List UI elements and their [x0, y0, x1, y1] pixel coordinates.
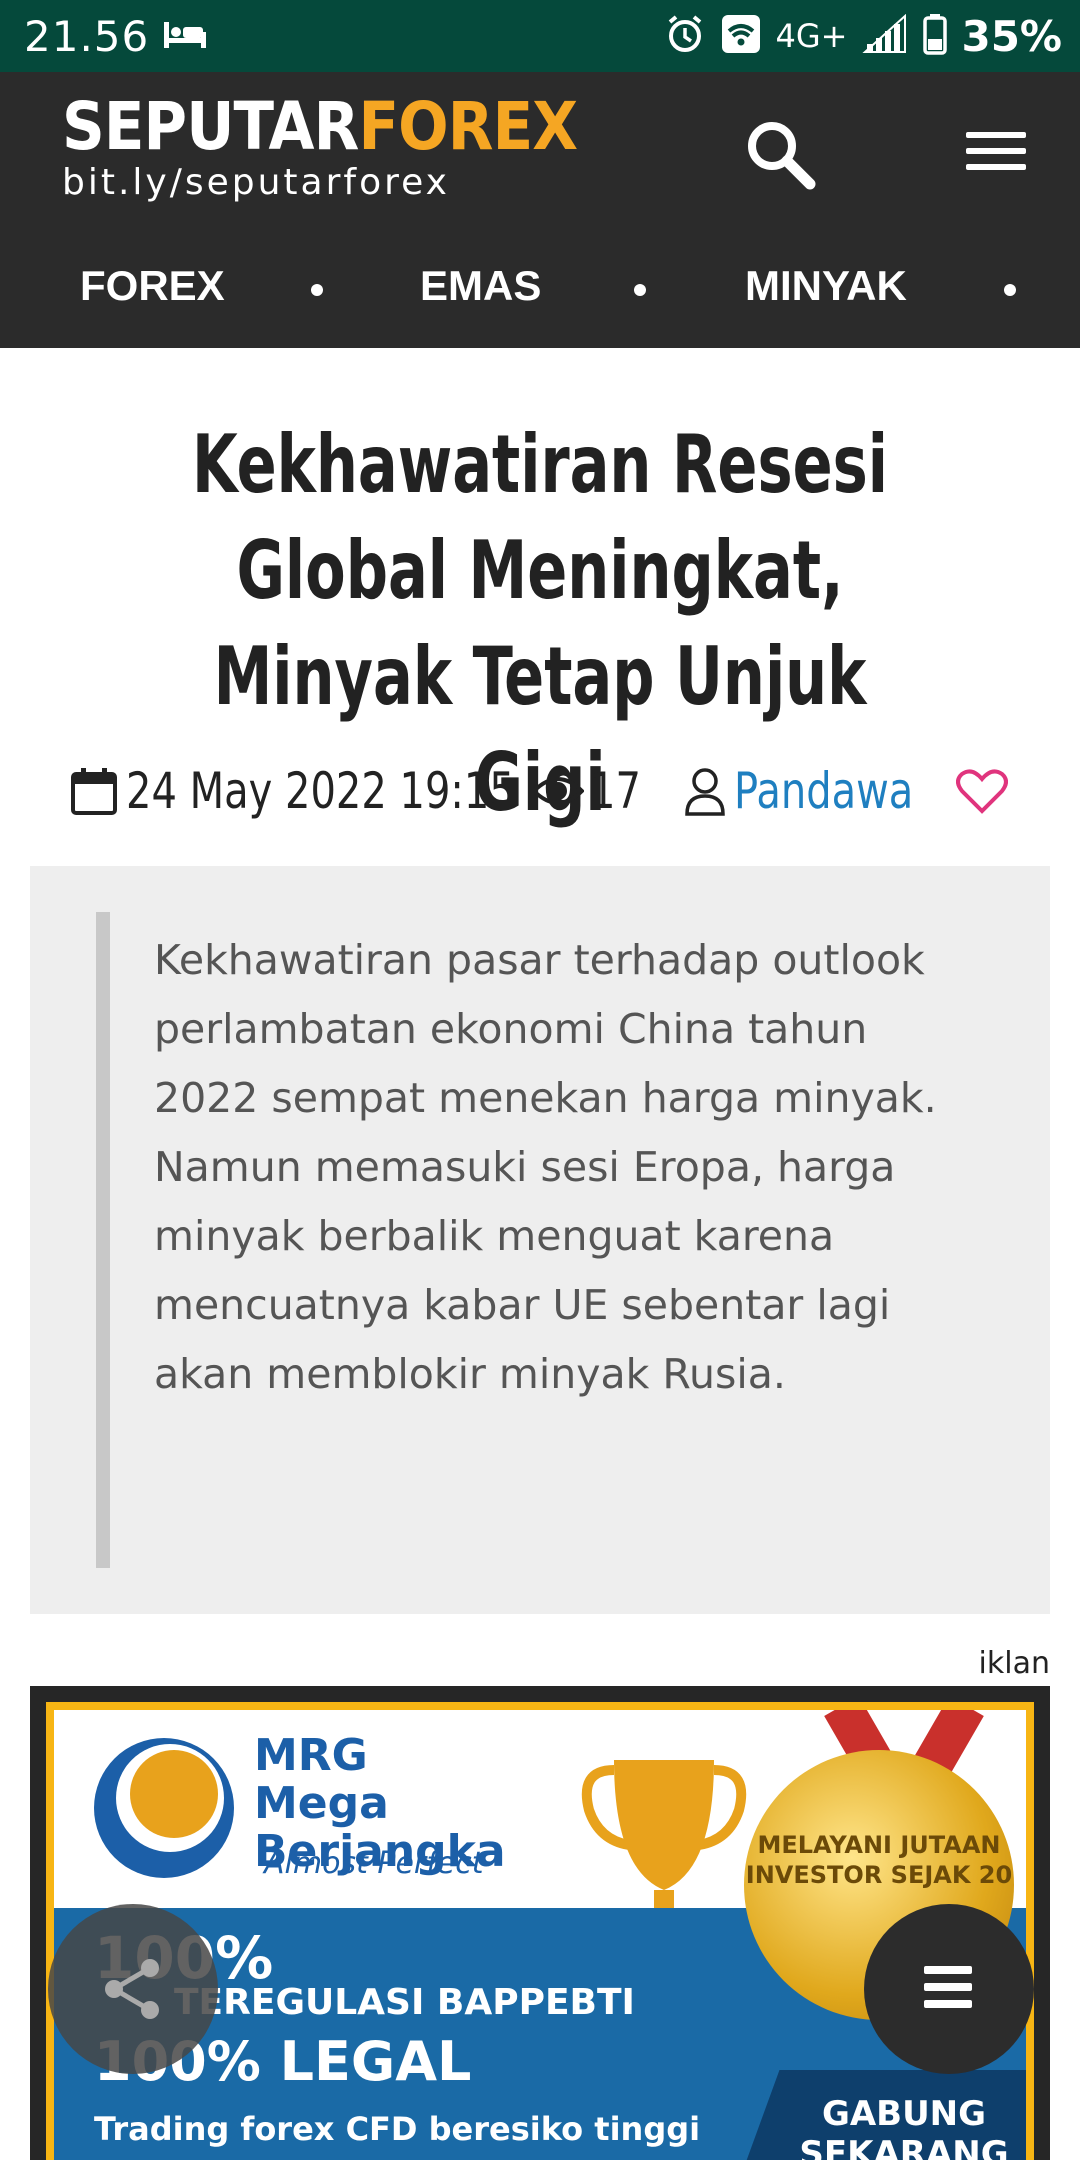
ad-headline-2: TEREGULASI BAPPEBTI — [174, 1982, 635, 2023]
search-icon — [748, 122, 816, 190]
date-text: 24 May 2022 19:15 — [126, 762, 515, 820]
article-summary-box: Kekhawatiran pasar terhadap outlook perl… — [30, 866, 1050, 1614]
status-icons: 4G+ 35% — [664, 10, 1062, 62]
ad-label: iklan — [978, 1646, 1050, 1681]
quote-bar — [96, 912, 110, 1568]
ad-cta-button[interactable]: GABUNG SEKARANG — [774, 2094, 1026, 2160]
share-icon — [105, 1959, 159, 2019]
heart-icon — [956, 769, 1008, 814]
calendar-icon — [71, 768, 117, 815]
ad-disclaimer: Trading forex CFD beresiko tinggi — [94, 2110, 701, 2148]
battery-icon — [923, 13, 948, 60]
article-meta: 24 May 2022 19:15 17 Pandawa — [70, 756, 1020, 826]
wifi-icon — [720, 13, 762, 60]
search-button[interactable] — [740, 114, 820, 194]
logo-subtitle: bit.ly/seputarforex — [62, 162, 450, 203]
sleep-icon — [162, 18, 208, 57]
nav-item-forex[interactable]: FOREX — [80, 262, 225, 310]
brand-logo-icon — [94, 1738, 234, 1878]
favorite-button[interactable] — [956, 756, 1008, 826]
status-time: 21.56 — [24, 12, 150, 61]
ad-medal-text: MELAYANI JUTAAN INVESTOR SEJAK 20 — [745, 1831, 1013, 1889]
category-nav: FOREX EMAS MINYAK — [0, 262, 1080, 342]
nav-separator — [634, 284, 646, 296]
network-type: 4G+ — [775, 17, 848, 55]
alarm-icon — [664, 13, 706, 60]
menu-icon — [924, 1966, 972, 2017]
logo-text-main: SEPUTAR — [62, 88, 359, 165]
nav-item-minyak[interactable]: MINYAK — [745, 262, 907, 310]
signal-icon — [861, 13, 909, 59]
user-icon — [685, 768, 725, 816]
site-logo[interactable]: SEPUTARFOREX bit.ly/seputarforex — [62, 94, 634, 204]
author[interactable]: Pandawa — [684, 756, 958, 826]
floating-menu-button[interactable] — [864, 1904, 1034, 2074]
nav-separator — [1004, 284, 1016, 296]
logo-text-accent: FOREX — [358, 88, 578, 165]
nav-separator — [311, 284, 323, 296]
eye-icon — [532, 777, 584, 805]
battery-level: 35% — [961, 11, 1062, 61]
author-link[interactable]: Pandawa — [734, 762, 913, 820]
nav-item-emas[interactable]: EMAS — [420, 262, 541, 310]
site-header: SEPUTARFOREX bit.ly/seputarforex FOREX E… — [0, 72, 1080, 348]
share-button[interactable] — [48, 1904, 218, 2074]
status-bar: 21.56 4G+ 35% — [0, 0, 1080, 72]
article-summary: Kekhawatiran pasar terhadap outlook perl… — [154, 936, 937, 1398]
view-count: 17 — [532, 756, 654, 826]
views-text: 17 — [590, 762, 641, 820]
hamburger-menu-button[interactable] — [966, 132, 1026, 182]
publish-date: 24 May 2022 19:15 — [70, 756, 612, 826]
ad-tagline: Almost Perfect — [264, 1846, 484, 1881]
